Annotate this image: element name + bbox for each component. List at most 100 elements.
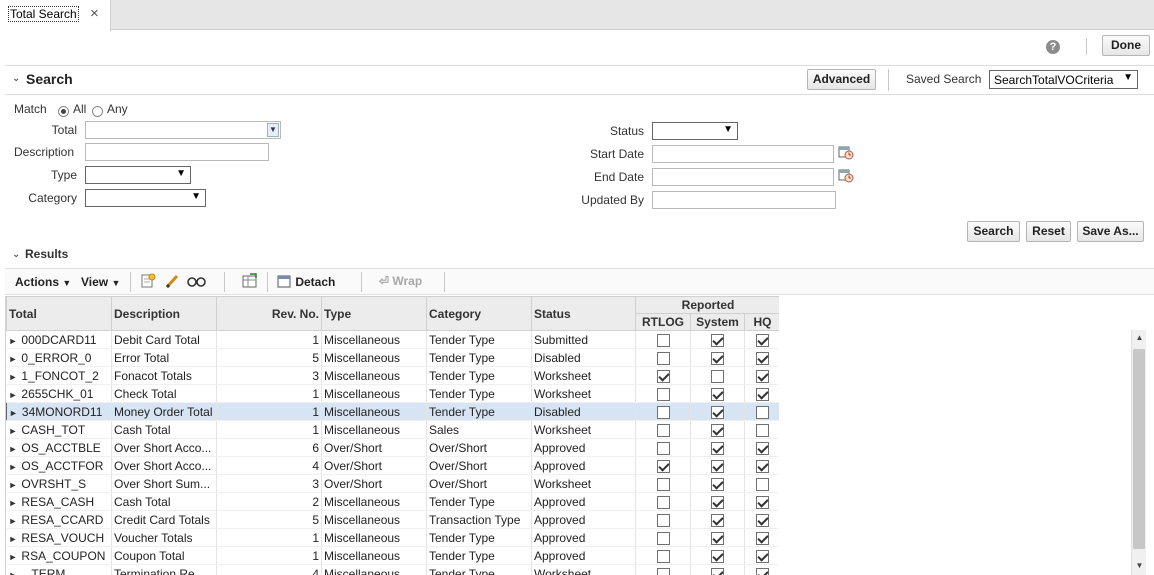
system-checkbox[interactable] xyxy=(711,333,724,347)
hq-checkbox[interactable] xyxy=(756,477,769,491)
hq-checkbox[interactable] xyxy=(756,549,769,563)
updated-by-field[interactable] xyxy=(652,191,836,209)
hq-checkbox[interactable] xyxy=(756,513,769,527)
table-row[interactable]: ► RESA_CCARD Credit Card Totals 5 Miscellane… xyxy=(6,510,779,529)
rtlog-checkbox[interactable] xyxy=(656,441,670,455)
system-checkbox[interactable] xyxy=(711,531,724,545)
system-checkbox[interactable] xyxy=(711,477,724,491)
type-select[interactable]: ▼ xyxy=(85,166,191,184)
column-header-rtlog[interactable]: RTLOG xyxy=(635,313,691,331)
hq-checkbox[interactable] xyxy=(756,387,769,401)
export-icon[interactable] xyxy=(241,273,258,289)
hq-checkbox[interactable] xyxy=(756,405,769,419)
calendar-icon[interactable] xyxy=(838,168,854,183)
scroll-up-icon[interactable]: ▲ xyxy=(1132,333,1147,342)
expand-row-icon[interactable]: ► xyxy=(9,354,18,364)
system-checkbox[interactable] xyxy=(711,549,724,563)
expand-row-icon[interactable]: ► xyxy=(9,534,18,544)
expand-row-icon[interactable]: ► xyxy=(9,336,18,346)
column-header-hq[interactable]: HQ xyxy=(743,313,779,331)
system-checkbox[interactable] xyxy=(711,495,724,509)
expand-row-icon[interactable]: ► xyxy=(9,570,18,575)
close-icon[interactable]: × xyxy=(90,6,99,22)
results-section-title[interactable]: Results xyxy=(25,247,68,261)
column-header-type[interactable]: Type xyxy=(321,296,427,331)
rtlog-checkbox[interactable] xyxy=(656,405,670,419)
hq-checkbox[interactable] xyxy=(756,441,769,455)
rtlog-checkbox[interactable] xyxy=(656,531,670,545)
table-row[interactable]: ► OVRSHT_S Over Short Sum... 3 Over/Short Ove… xyxy=(6,474,779,493)
system-checkbox[interactable] xyxy=(711,441,724,455)
rtlog-checkbox[interactable] xyxy=(656,495,670,509)
hq-checkbox[interactable] xyxy=(756,531,769,545)
rtlog-checkbox[interactable] xyxy=(656,333,670,347)
tab-label[interactable]: Total Search xyxy=(8,6,79,22)
system-checkbox[interactable] xyxy=(711,567,724,575)
chevron-down-icon[interactable]: ⌄ xyxy=(12,73,20,84)
rtlog-checkbox[interactable] xyxy=(656,513,670,527)
view-menu[interactable]: View ▼ xyxy=(81,275,120,289)
column-header-rev-no[interactable]: Rev. No. xyxy=(216,296,322,331)
hq-checkbox[interactable] xyxy=(756,369,769,383)
rtlog-checkbox[interactable] xyxy=(656,423,670,437)
category-select[interactable]: ▼ xyxy=(85,189,206,207)
hq-checkbox[interactable] xyxy=(756,423,769,437)
match-all-radio[interactable] xyxy=(58,106,69,117)
column-header-system[interactable]: System xyxy=(690,313,745,331)
expand-row-icon[interactable]: ► xyxy=(9,408,18,418)
end-date-field[interactable] xyxy=(652,168,834,186)
rtlog-checkbox[interactable] xyxy=(656,459,670,473)
tab-total-search[interactable]: Total Search × xyxy=(0,0,111,31)
table-row[interactable]: ► 000DCARD11 Debit Card Total 1 Miscellaneou… xyxy=(6,330,779,349)
table-row[interactable]: ► OS_ACCTBLE Over Short Acco... 6 Over/Short… xyxy=(6,438,779,457)
hq-checkbox[interactable] xyxy=(756,333,769,347)
table-row[interactable]: ► ...TERM Termination Re... 4 Miscellaneous T… xyxy=(6,564,779,575)
column-header-description[interactable]: Description xyxy=(111,296,217,331)
system-checkbox[interactable] xyxy=(711,405,724,419)
match-any-radio[interactable] xyxy=(92,106,103,117)
table-row[interactable]: ► 0_ERROR_0 Error Total 5 Miscellaneous Tende… xyxy=(6,348,779,367)
expand-row-icon[interactable]: ► xyxy=(9,498,18,508)
rtlog-checkbox[interactable] xyxy=(656,387,670,401)
system-checkbox[interactable] xyxy=(711,387,724,401)
save-as-button[interactable]: Save As... xyxy=(1077,221,1144,242)
rtlog-checkbox[interactable] xyxy=(656,477,670,491)
column-header-category[interactable]: Category xyxy=(426,296,532,331)
rtlog-checkbox[interactable] xyxy=(656,369,670,383)
edit-icon[interactable] xyxy=(164,273,180,289)
expand-row-icon[interactable]: ► xyxy=(9,426,18,436)
chevron-down-icon[interactable]: ▼ xyxy=(267,123,279,137)
search-section-title[interactable]: Search xyxy=(26,71,73,87)
column-header-status[interactable]: Status xyxy=(531,296,636,331)
description-field[interactable] xyxy=(85,143,269,161)
scroll-down-icon[interactable]: ▼ xyxy=(1132,561,1147,570)
hq-checkbox[interactable] xyxy=(756,459,769,473)
view-icon[interactable] xyxy=(187,274,206,288)
table-row[interactable]: ► RESA_VOUCH Voucher Totals 1 Miscellaneous T… xyxy=(6,528,779,547)
hq-checkbox[interactable] xyxy=(756,351,769,365)
search-button[interactable]: Search xyxy=(967,221,1020,242)
system-checkbox[interactable] xyxy=(711,513,724,527)
done-button[interactable]: Done xyxy=(1102,35,1150,56)
table-row[interactable]: ► 34MONORD11 Money Order Total 1 Miscellaneo… xyxy=(6,402,779,421)
saved-search-select[interactable]: SearchTotalVOCriteria ▼ xyxy=(989,70,1138,89)
hq-checkbox[interactable] xyxy=(756,495,769,509)
hq-checkbox[interactable] xyxy=(756,567,769,575)
table-row[interactable]: ► RSA_COUPON Coupon Total 1 Miscellaneous Ten… xyxy=(6,546,779,565)
table-row[interactable]: ► CASH_TOT Cash Total 1 Miscellaneous Sales Wo… xyxy=(6,420,779,439)
chevron-down-icon[interactable]: ⌄ xyxy=(12,249,20,260)
rtlog-checkbox[interactable] xyxy=(656,567,670,575)
help-icon[interactable]: ? xyxy=(1046,40,1060,54)
column-header-total[interactable]: Total xyxy=(6,296,112,331)
system-checkbox[interactable] xyxy=(711,369,724,383)
system-checkbox[interactable] xyxy=(711,459,724,473)
expand-row-icon[interactable]: ► xyxy=(9,516,18,526)
detach-button[interactable]: Detach xyxy=(277,274,335,289)
create-icon[interactable] xyxy=(140,273,157,289)
table-row[interactable]: ► OS_ACCTFOR Over Short Acco... 4 Over/Short… xyxy=(6,456,779,475)
scroll-thumb[interactable] xyxy=(1133,349,1145,549)
start-date-field[interactable] xyxy=(652,145,834,163)
actions-menu[interactable]: Actions ▼ xyxy=(15,275,71,289)
total-combo[interactable]: ▼ xyxy=(85,121,281,139)
expand-row-icon[interactable]: ► xyxy=(9,462,18,472)
